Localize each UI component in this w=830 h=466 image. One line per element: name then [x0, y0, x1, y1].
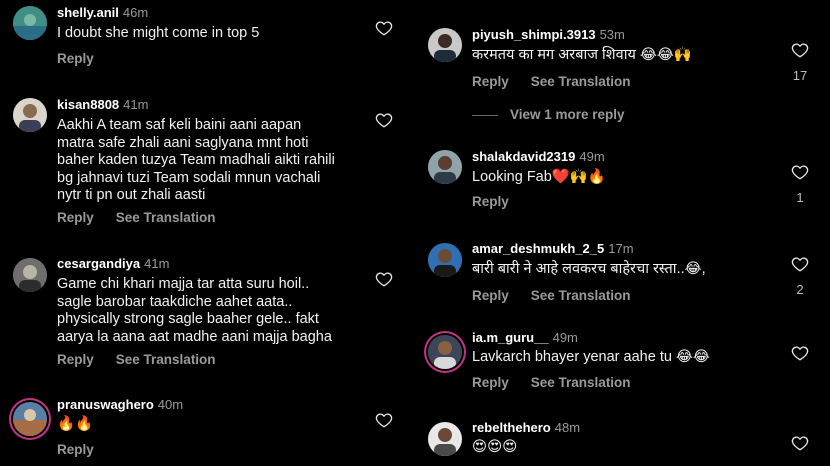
- reply-button[interactable]: Reply: [57, 210, 94, 225]
- comment-item: ia.m_guru__ 49m Lavkarch bhayer yenar aah…: [415, 322, 830, 412]
- like-count: 1: [796, 190, 804, 205]
- reply-button[interactable]: Reply: [57, 352, 94, 367]
- comment-item: piyush_shimpi.3913 53m करमतय का मग अरबाज …: [415, 0, 830, 100]
- comment-text: 🔥🔥: [57, 416, 94, 432]
- comment-item: shalakdavid2319 49m Looking Fab❤️🙌🔥 Reply…: [415, 140, 830, 235]
- comment-time: 40m: [157, 397, 184, 412]
- comment-username[interactable]: kisan8808: [57, 97, 119, 112]
- comment-time: 48m: [554, 420, 581, 435]
- comment-time: 46m: [122, 5, 149, 20]
- view-more-replies-label: View 1 more reply: [510, 107, 625, 122]
- reply-button[interactable]: Reply: [57, 51, 94, 66]
- see-translation-button[interactable]: See Translation: [531, 288, 631, 303]
- see-translation-button[interactable]: See Translation: [116, 210, 216, 225]
- comment-text: Looking Fab❤️🙌🔥: [472, 169, 606, 185]
- comment-text: 😍😍😍: [472, 439, 518, 455]
- comment-time: 17m: [608, 241, 634, 256]
- comment-item: rebelthehero 48m 😍😍😍: [415, 410, 830, 466]
- reply-button[interactable]: Reply: [472, 288, 509, 303]
- comment-text: करमतय का मग अरबाज शिवाय 😂😂🙌: [472, 47, 692, 63]
- like-count: 17: [792, 68, 808, 83]
- view-more-replies-button[interactable]: View 1 more reply: [472, 107, 625, 122]
- comment-item: cesargandiya 41m Game chi khari majja tar…: [0, 250, 415, 390]
- heart-icon[interactable]: [375, 270, 393, 288]
- comment-username[interactable]: piyush_shimpi.3913: [472, 27, 596, 42]
- comment-text: बारी बारी ने आहे लवकरच बाहेरचा रस्ता..😂,: [472, 261, 706, 277]
- comment-item: shelly.anil 46m I doubt she might come in…: [0, 0, 415, 90]
- heart-icon[interactable]: [375, 19, 393, 37]
- comment-item: pranuswaghero 40m 🔥🔥 Reply: [0, 390, 415, 466]
- comment-username[interactable]: rebelthehero: [472, 420, 551, 435]
- comment-text: I doubt she might come in top 5: [57, 25, 260, 41]
- comment-username[interactable]: shalakdavid2319: [472, 149, 575, 164]
- comment-username[interactable]: shelly.anil: [57, 5, 119, 20]
- avatar[interactable]: [428, 335, 462, 369]
- divider-line: [472, 114, 498, 116]
- heart-icon[interactable]: [791, 255, 809, 273]
- avatar[interactable]: [428, 28, 462, 62]
- comment-text: Game chi khari majja tar atta suru hoil.…: [57, 276, 332, 345]
- comments-column-right: piyush_shimpi.3913 53m करमतय का मग अरबाज …: [415, 0, 830, 466]
- reply-button[interactable]: Reply: [472, 375, 509, 390]
- see-translation-button[interactable]: See Translation: [116, 352, 216, 367]
- comment-time: 53m: [599, 27, 625, 42]
- see-translation-button[interactable]: See Translation: [531, 375, 631, 390]
- comment-text: Lavkarch bhayer yenar aahe tu 😂😂: [472, 349, 710, 365]
- avatar[interactable]: [428, 243, 462, 277]
- heart-icon[interactable]: [791, 163, 809, 181]
- comments-column-left: shelly.anil 46m I doubt she might come in…: [0, 0, 415, 466]
- avatar[interactable]: [13, 98, 47, 132]
- heart-icon[interactable]: [791, 434, 809, 452]
- reply-button[interactable]: Reply: [472, 74, 509, 89]
- comment-username[interactable]: pranuswaghero: [57, 397, 154, 412]
- like-count: 2: [796, 282, 804, 297]
- see-translation-button[interactable]: See Translation: [531, 74, 631, 89]
- comment-item: amar_deshmukh_2_5 17m बारी बारी ने आहे लव…: [415, 233, 830, 323]
- heart-icon[interactable]: [375, 411, 393, 429]
- comment-username[interactable]: amar_deshmukh_2_5: [472, 241, 604, 256]
- comment-text: Aakhi A team saf keli baini aani aapan m…: [57, 117, 335, 203]
- avatar[interactable]: [13, 6, 47, 40]
- reply-button[interactable]: Reply: [472, 194, 509, 209]
- avatar[interactable]: [428, 422, 462, 456]
- comment-time: 41m: [123, 97, 149, 112]
- comment-time: 49m: [579, 149, 605, 164]
- avatar[interactable]: [13, 402, 47, 436]
- heart-icon[interactable]: [791, 344, 809, 362]
- heart-icon[interactable]: [791, 41, 809, 59]
- avatar[interactable]: [13, 258, 47, 292]
- comment-username[interactable]: cesargandiya: [57, 256, 140, 271]
- heart-icon[interactable]: [375, 111, 393, 129]
- avatar[interactable]: [428, 150, 462, 184]
- comment-item: kisan8808 41m Aakhi A team saf keli baini…: [0, 90, 415, 240]
- comment-time: 41m: [144, 256, 170, 271]
- reply-button[interactable]: Reply: [57, 442, 94, 457]
- comment-time: 49m: [552, 330, 578, 345]
- comment-username[interactable]: ia.m_guru__: [472, 330, 549, 345]
